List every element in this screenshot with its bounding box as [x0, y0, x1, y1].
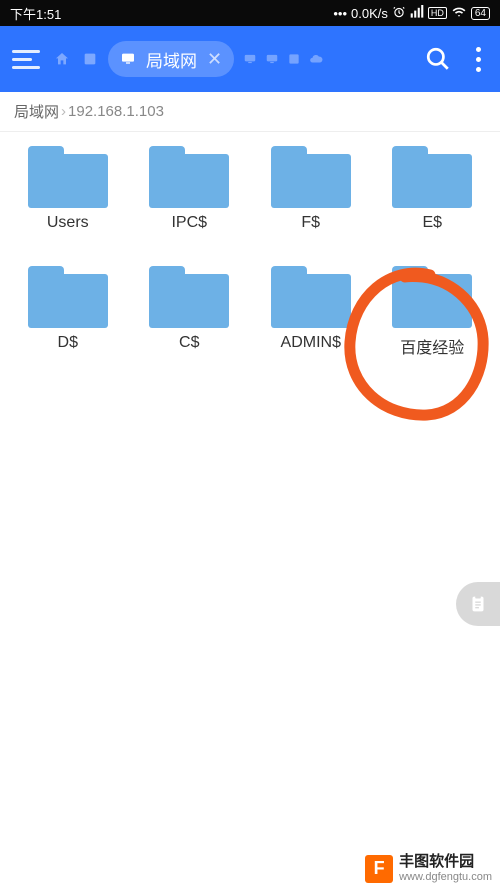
- battery-level: 64: [471, 7, 490, 20]
- folder-icon: [392, 266, 472, 328]
- close-tab-button[interactable]: ✕: [205, 49, 224, 70]
- clipboard-fab[interactable]: [456, 582, 500, 626]
- folder-label: D$: [58, 334, 78, 352]
- status-right: ••• 0.0K/s HD 64: [333, 5, 490, 22]
- folder-label: ADMIN$: [281, 334, 341, 352]
- alarm-icon: [392, 5, 406, 22]
- folder-item[interactable]: 百度经验: [375, 266, 491, 358]
- folder-label: 百度经验: [400, 334, 464, 358]
- cell-signal-icon: [410, 5, 424, 22]
- network-tab-icon[interactable]: [242, 52, 258, 66]
- library-tab-icon[interactable]: [286, 52, 302, 66]
- content-area: Users IPC$ F$ E$ D$ C$ ADMIN$ 百度: [0, 132, 500, 889]
- folder-icon: [271, 146, 351, 208]
- network2-tab-icon[interactable]: [264, 52, 280, 66]
- folder-icon: [149, 266, 229, 328]
- folder-label: F$: [301, 214, 320, 232]
- status-time-area: 下午1:51: [10, 4, 61, 23]
- home-tab-icon[interactable]: [52, 51, 72, 67]
- wifi-icon: [451, 5, 467, 22]
- search-icon: [425, 46, 451, 72]
- hd-icon: HD: [428, 7, 447, 19]
- folder-label: IPC$: [171, 214, 207, 232]
- app-bar: 局域网 ✕: [0, 26, 500, 92]
- signal-dots-icon: •••: [333, 6, 347, 21]
- folder-icon: [392, 146, 472, 208]
- folder-item[interactable]: Users: [10, 146, 126, 232]
- breadcrumb-root[interactable]: 局域网: [14, 101, 59, 122]
- folder-grid: Users IPC$ F$ E$ D$ C$ ADMIN$ 百度: [10, 146, 490, 358]
- inactive-tabs-left: [52, 51, 100, 67]
- watermark: F 丰图软件园 www.dgfengtu.com: [365, 854, 492, 883]
- watermark-url: www.dgfengtu.com: [399, 871, 492, 883]
- folder-item[interactable]: E$: [375, 146, 491, 232]
- watermark-title: 丰图软件园: [399, 854, 492, 871]
- lan-icon: [118, 51, 138, 67]
- folder-item[interactable]: ADMIN$: [253, 266, 369, 358]
- watermark-logo: F: [365, 855, 393, 883]
- folder-item[interactable]: C$: [132, 266, 248, 358]
- search-button[interactable]: [418, 39, 458, 79]
- menu-button[interactable]: [10, 42, 44, 76]
- folder-icon: [149, 146, 229, 208]
- clipboard-icon: [467, 593, 489, 615]
- inactive-tabs-right: [242, 52, 324, 66]
- breadcrumb-path[interactable]: 192.168.1.103: [68, 103, 164, 120]
- folder-label: C$: [179, 334, 199, 352]
- folder-item[interactable]: F$: [253, 146, 369, 232]
- folder-icon: [28, 146, 108, 208]
- more-button[interactable]: [466, 39, 490, 79]
- status-time: 下午1:51: [10, 4, 61, 23]
- folder-label: Users: [47, 214, 89, 232]
- folder-label: E$: [422, 214, 442, 232]
- folder-item[interactable]: IPC$: [132, 146, 248, 232]
- breadcrumb[interactable]: 局域网 › 192.168.1.103: [0, 92, 500, 132]
- bookmarks-tab-icon[interactable]: [80, 51, 100, 67]
- cloud-tab-icon[interactable]: [308, 52, 324, 66]
- folder-icon: [28, 266, 108, 328]
- folder-icon: [271, 266, 351, 328]
- folder-item[interactable]: D$: [10, 266, 126, 358]
- breadcrumb-sep: ›: [61, 103, 66, 120]
- status-bar: 下午1:51 ••• 0.0K/s HD 64: [0, 0, 500, 26]
- net-speed: 0.0K/s: [351, 6, 388, 21]
- active-tab[interactable]: 局域网 ✕: [108, 41, 234, 77]
- active-tab-label: 局域网: [146, 47, 197, 72]
